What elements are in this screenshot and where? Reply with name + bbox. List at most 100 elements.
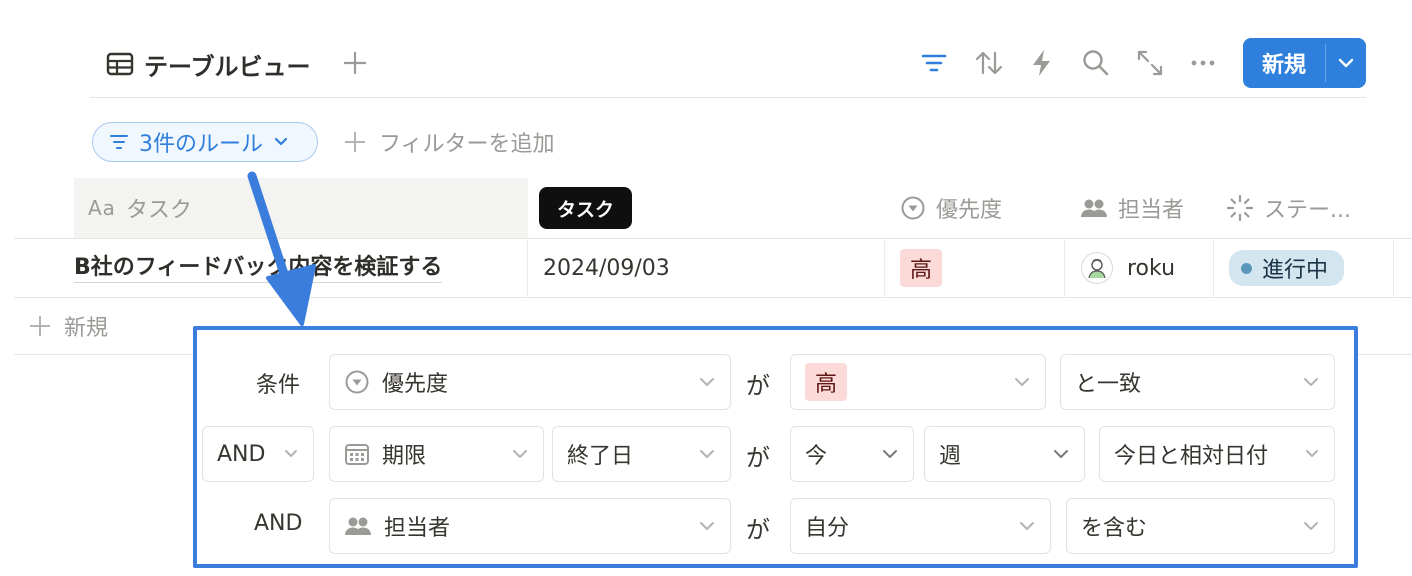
new-button-dropdown[interactable]	[1326, 38, 1366, 88]
column-header-task-label: タスク	[125, 198, 192, 223]
rule-2-value2-select[interactable]: 週	[924, 426, 1085, 482]
filter-rules-pill[interactable]: 3件のルール	[92, 122, 318, 162]
rule-1-operator-select[interactable]: と一致	[1060, 354, 1335, 410]
column-divider	[527, 240, 528, 297]
title-property-icon: Aa	[88, 196, 116, 220]
rule-3-value-select[interactable]: 自分	[790, 498, 1051, 554]
status-badge: 進行中	[1229, 250, 1345, 286]
chevron-down-icon	[1338, 58, 1354, 68]
chevron-down-icon	[274, 137, 288, 146]
view-tab-label: テーブルビュー	[144, 52, 311, 81]
column-header-assignee[interactable]: 担当者	[1080, 178, 1184, 238]
chevron-down-icon	[285, 450, 297, 457]
user-avatar-icon	[1088, 259, 1106, 279]
rule-1-value-select[interactable]: 高	[790, 354, 1046, 410]
column-tooltip: タスク	[539, 187, 632, 229]
column-header-status-label: ステー...	[1264, 198, 1351, 223]
column-header-status[interactable]: ステー...	[1226, 178, 1351, 238]
add-view-button[interactable]	[340, 46, 370, 80]
rule-1-verb: が	[746, 372, 770, 400]
rule-2-operator-label: 今日と相対日付	[1114, 444, 1269, 469]
more-icon	[1191, 60, 1215, 66]
column-header-priority[interactable]: 優先度	[900, 178, 1002, 238]
expand-button[interactable]	[1133, 46, 1167, 80]
date-cell[interactable]: 2024/09/03	[543, 240, 670, 296]
filter-button[interactable]	[917, 46, 951, 80]
plus-icon	[30, 316, 50, 336]
rule-1-property-label: 優先度	[382, 372, 449, 397]
avatar	[1081, 252, 1113, 284]
sort-icon	[975, 51, 1003, 75]
new-row-button[interactable]: 新規	[28, 308, 108, 344]
rule-2-property-select[interactable]: 期限	[329, 426, 544, 482]
new-button-label[interactable]: 新規	[1243, 38, 1325, 88]
rule-3-property-label: 担当者	[384, 516, 451, 541]
new-button[interactable]: 新規	[1243, 38, 1366, 88]
add-filter-button[interactable]: フィルターを追加	[343, 124, 555, 160]
column-header-priority-label: 優先度	[936, 198, 1003, 223]
rule-3-verb: が	[746, 516, 770, 544]
status-property-icon	[1226, 194, 1254, 222]
chevron-down-icon	[1020, 522, 1034, 530]
rule-1-connector: 条件	[256, 373, 301, 398]
rule-2-verb: が	[746, 444, 770, 472]
table-header-divider	[14, 238, 1412, 239]
rule-3-operator-label: を含む	[1081, 516, 1148, 541]
priority-tag: 高	[900, 249, 943, 287]
rule-2-connector-label: AND	[217, 441, 266, 467]
toolbar-divider	[90, 97, 1366, 98]
rule-2-date-kind-select[interactable]: 終了日	[552, 426, 731, 482]
status-dot-icon	[1241, 262, 1252, 274]
column-divider	[884, 240, 885, 297]
filter-icon	[921, 54, 947, 72]
select-property-icon	[345, 370, 369, 394]
chevron-down-icon	[1015, 378, 1029, 386]
rule-2-value1-label: 今	[805, 444, 828, 469]
rule-2-date-kind-label: 終了日	[567, 444, 634, 469]
status-cell[interactable]: 進行中	[1229, 240, 1345, 296]
column-divider	[1064, 240, 1065, 297]
rule-1-operator-label: と一致	[1075, 372, 1142, 397]
select-property-icon	[901, 196, 925, 220]
rule-1-property-select[interactable]: 優先度	[329, 354, 731, 410]
rule-2-operator-select[interactable]: 今日と相対日付	[1099, 426, 1335, 482]
rule-3-operator-select[interactable]: を含む	[1066, 498, 1335, 554]
people-icon	[345, 517, 371, 535]
chevron-down-icon	[700, 378, 714, 386]
rule-1-value-tag: 高	[805, 363, 848, 401]
chevron-down-icon	[513, 450, 527, 458]
annotation-arrow-icon	[230, 170, 330, 340]
chevron-down-icon	[700, 450, 714, 458]
automation-button[interactable]	[1025, 46, 1059, 80]
column-header-assignee-label: 担当者	[1118, 198, 1185, 223]
rule-2-connector-select[interactable]: AND	[202, 426, 314, 482]
calendar-icon	[345, 444, 369, 465]
table-row-divider	[14, 297, 1412, 298]
filter-icon	[110, 135, 128, 149]
rule-3-connector: AND	[254, 511, 303, 536]
filter-rules-label: 3件のルール	[139, 132, 263, 157]
column-divider	[1213, 240, 1214, 297]
priority-cell[interactable]: 高	[900, 240, 943, 296]
column-divider	[1393, 240, 1394, 297]
rule-2-value2-label: 週	[939, 444, 962, 469]
chevron-down-icon	[1304, 522, 1318, 530]
table-icon	[106, 52, 134, 76]
search-button[interactable]	[1079, 46, 1113, 80]
plus-icon	[344, 52, 366, 74]
rule-3-property-select[interactable]: 担当者	[329, 498, 731, 554]
rule-2-value1-select[interactable]: 今	[790, 426, 914, 482]
assignee-name: roku	[1127, 255, 1176, 281]
chevron-down-icon	[1306, 450, 1318, 457]
view-tab-table[interactable]: テーブルビュー	[106, 44, 311, 84]
sort-button[interactable]	[972, 46, 1006, 80]
assignee-cell[interactable]: roku	[1081, 240, 1175, 296]
rule-2-property-label: 期限	[382, 444, 427, 469]
rule-3-value-label: 自分	[805, 516, 850, 541]
lightning-icon	[1033, 50, 1050, 76]
more-button[interactable]	[1186, 46, 1220, 80]
chevron-down-icon	[1304, 378, 1318, 386]
people-icon	[1081, 199, 1107, 217]
status-label: 進行中	[1262, 258, 1329, 283]
new-row-label: 新規	[64, 316, 109, 341]
